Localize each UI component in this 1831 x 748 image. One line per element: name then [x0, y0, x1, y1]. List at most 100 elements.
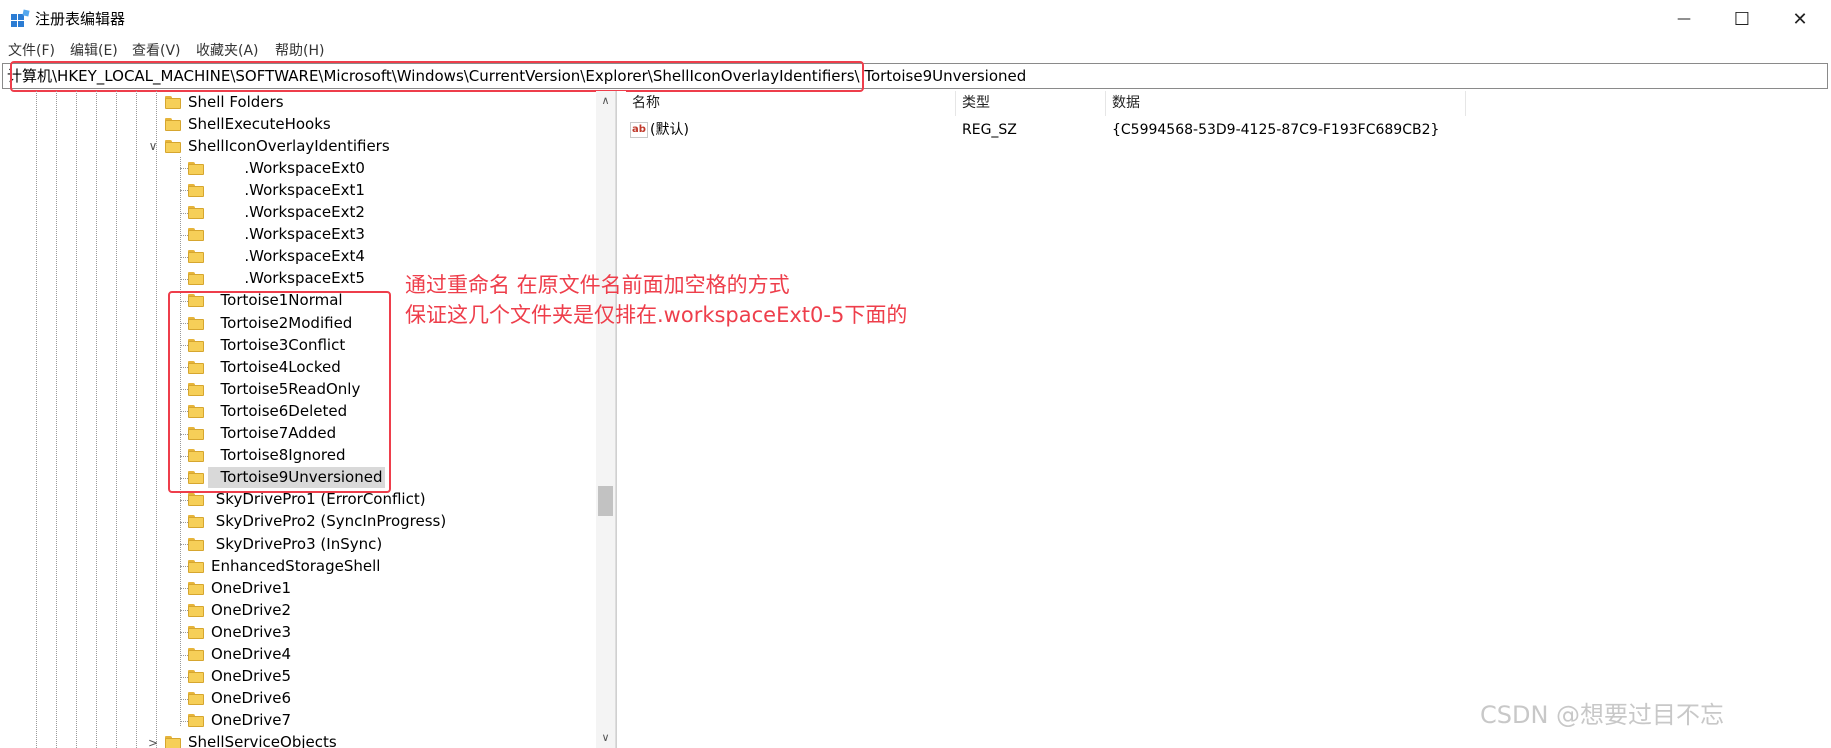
- folder-icon: [188, 692, 204, 706]
- tree-item-label: SkyDrivePro2 (SyncInProgress): [211, 512, 447, 531]
- tree-item[interactable]: ∨ ShellIconOverlayIdentifiers: [149, 135, 393, 157]
- tree-item[interactable]: ShellExecuteHooks: [165, 113, 334, 135]
- folder-icon: [188, 714, 204, 728]
- tree-item[interactable]: SkyDrivePro3 (InSync): [180, 533, 385, 555]
- tree-item-label: .WorkspaceExt2: [211, 203, 365, 221]
- tree-item-label: OneDrive1: [211, 578, 292, 597]
- value-name: (默认): [650, 122, 689, 138]
- column-header-type[interactable]: 类型: [956, 91, 1106, 116]
- window-title: 注册表编辑器: [35, 10, 126, 28]
- menu-favorites[interactable]: 收藏夹(A): [196, 40, 259, 62]
- tree-item[interactable]: EnhancedStorageShell: [180, 555, 383, 577]
- value-list[interactable]: 名称 类型 数据 ab (默认) REG_SZ {C5994568-53D9-41…: [626, 91, 1831, 748]
- tree-item-label: OneDrive4: [211, 645, 292, 663]
- column-header-data[interactable]: 数据: [1106, 91, 1466, 116]
- menu-view[interactable]: 查看(V): [132, 40, 181, 62]
- tree-item-label: ShellExecuteHooks: [188, 114, 331, 133]
- folder-icon: [188, 670, 204, 684]
- tree-item-label: .WorkspaceExt3: [211, 225, 365, 244]
- tree-item-label: Shell Folders: [188, 92, 284, 111]
- tree-item-label: .WorkspaceExt5: [211, 269, 365, 288]
- menu-help[interactable]: 帮助(H): [275, 40, 324, 62]
- tree-guide-line: [156, 91, 157, 748]
- maximize-icon: ☐: [1733, 8, 1751, 30]
- tree-item[interactable]: .WorkspaceExt5: [180, 268, 368, 290]
- tree-item-label: .WorkspaceExt0: [211, 158, 365, 177]
- tree-item[interactable]: .WorkspaceExt4: [180, 246, 368, 268]
- value-row[interactable]: ab (默认): [630, 118, 689, 142]
- folder-icon: [188, 515, 204, 529]
- tree-guide-line: [136, 91, 137, 748]
- folder-icon: [188, 228, 204, 242]
- tree-guide-line: [116, 91, 117, 748]
- tree-item-label: .WorkspaceExt4: [211, 247, 365, 266]
- folder-icon: [188, 581, 204, 595]
- pane-splitter[interactable]: [616, 91, 626, 748]
- annotation-line-1: 通过重命名 在原文件名前面加空格的方式: [405, 273, 790, 297]
- folder-icon: [165, 117, 181, 131]
- folder-icon: [165, 736, 181, 748]
- tree-scrollbar[interactable]: ∧ ∨: [596, 91, 615, 748]
- title-bar: 注册表编辑器 — ☐ ✕: [0, 0, 1831, 38]
- minimize-button[interactable]: —: [1655, 0, 1713, 38]
- tree-item-label: OneDrive3: [211, 622, 292, 641]
- tree-item-label: .WorkspaceExt1: [211, 180, 365, 199]
- maximize-button[interactable]: ☐: [1713, 0, 1771, 38]
- column-header-name[interactable]: 名称: [626, 91, 956, 116]
- registry-editor-icon: [11, 9, 30, 27]
- annotation-line-2: 保证这几个文件夹是仅排在.workspaceExt0-5下面的: [405, 303, 908, 327]
- tree-guide-line: [56, 91, 57, 748]
- tree-item-label: OneDrive6: [211, 689, 292, 708]
- tree-item[interactable]: OneDrive7: [180, 710, 294, 732]
- tree-item-label: ShellServiceObjects: [188, 733, 337, 748]
- folder-icon: [188, 537, 204, 551]
- folder-icon: [188, 250, 204, 264]
- tree-item-label: OneDrive5: [211, 667, 292, 686]
- annotation-text: 通过重命名 在原文件名前面加空格的方式 保证这几个文件夹是仅排在.workspa…: [405, 270, 907, 330]
- tree-guide-line: [96, 91, 97, 748]
- tree-guide-line: [76, 91, 77, 748]
- minimize-icon: —: [1677, 11, 1691, 27]
- menu-bar: 文件(F) 编辑(E) 查看(V) 收藏夹(A) 帮助(H): [0, 40, 1831, 62]
- menu-file[interactable]: 文件(F): [8, 40, 55, 62]
- tree-item-label: OneDrive7: [211, 711, 292, 730]
- tree-item[interactable]: > ShellServiceObjects: [148, 732, 340, 748]
- tree-item[interactable]: Shell Folders: [165, 91, 287, 113]
- folder-icon: [188, 603, 204, 617]
- tree-item[interactable]: OneDrive6: [180, 688, 294, 710]
- tree-item[interactable]: OneDrive4: [180, 644, 294, 666]
- tree-item[interactable]: OneDrive5: [180, 666, 294, 688]
- address-annotation-box: [10, 61, 864, 92]
- tree-item-label: SkyDrivePro3 (InSync): [211, 534, 383, 553]
- folder-icon: [188, 272, 204, 286]
- folder-icon: [165, 139, 181, 153]
- scroll-up-arrow-icon[interactable]: ∧: [596, 91, 615, 111]
- expand-chevron-icon[interactable]: >: [147, 736, 159, 748]
- close-icon: ✕: [1792, 8, 1808, 30]
- tree-item[interactable]: .WorkspaceExt3: [180, 224, 368, 246]
- collapse-chevron-icon[interactable]: ∨: [147, 139, 159, 153]
- watermark: CSDN @想要过目不忘: [1480, 701, 1725, 729]
- scroll-thumb[interactable]: [598, 486, 613, 516]
- folder-icon: [188, 206, 204, 219]
- folder-icon: [188, 625, 204, 639]
- tree-guide-line: [36, 91, 37, 748]
- close-button[interactable]: ✕: [1771, 0, 1829, 38]
- scroll-down-arrow-icon[interactable]: ∨: [596, 728, 615, 748]
- tree-item[interactable]: OneDrive1: [180, 577, 294, 599]
- tree-item-label: ShellIconOverlayIdentifiers: [188, 136, 390, 155]
- tree-item-label: EnhancedStorageShell: [211, 556, 381, 575]
- folder-icon: [188, 493, 204, 507]
- tree-item[interactable]: OneDrive2: [180, 599, 294, 621]
- tree-item[interactable]: .WorkspaceExt0: [180, 157, 368, 179]
- tree-item[interactable]: OneDrive3: [180, 621, 294, 643]
- tree-item[interactable]: .WorkspaceExt1: [180, 179, 368, 201]
- folder-icon: [188, 559, 204, 573]
- string-value-icon: ab: [630, 122, 648, 138]
- folder-icon: [165, 95, 181, 109]
- tree-item[interactable]: .WorkspaceExt2: [180, 202, 368, 224]
- menu-edit[interactable]: 编辑(E): [70, 40, 118, 62]
- tree-item-label: OneDrive2: [211, 600, 292, 619]
- tree-item[interactable]: SkyDrivePro2 (SyncInProgress): [180, 511, 449, 533]
- tortoise-annotation-box: [168, 291, 391, 493]
